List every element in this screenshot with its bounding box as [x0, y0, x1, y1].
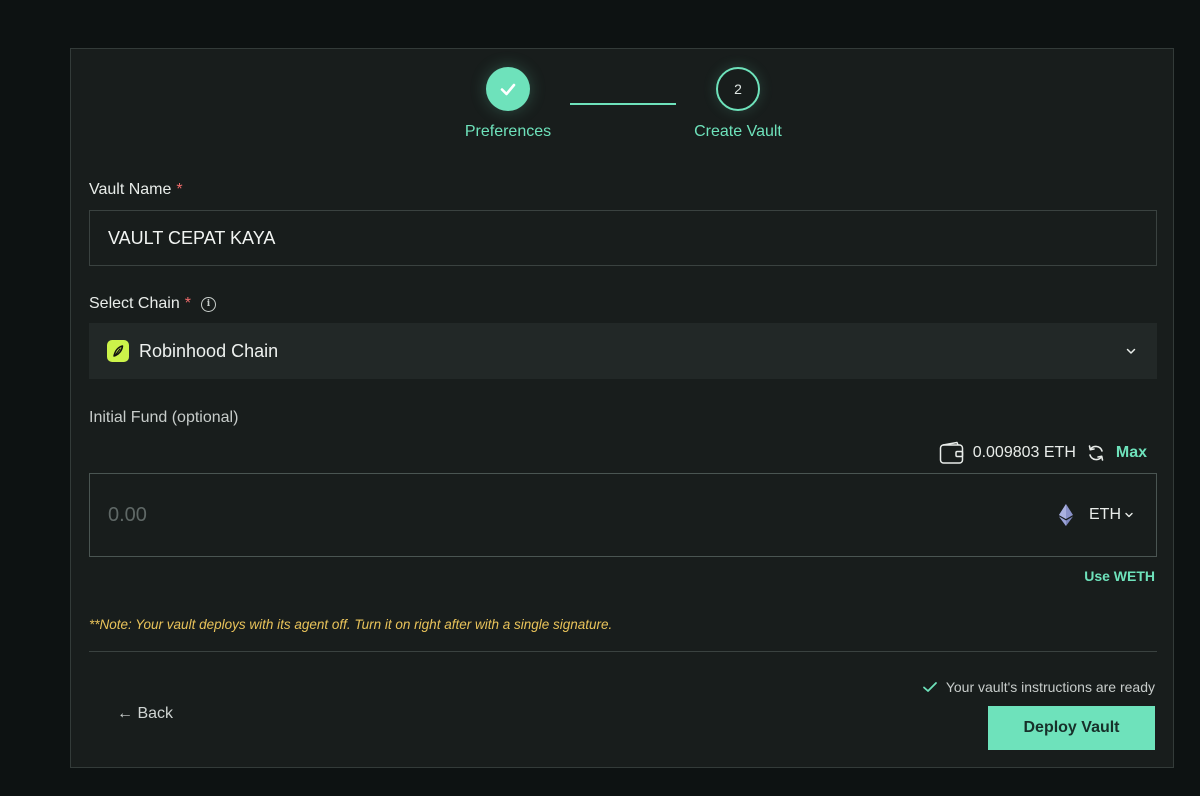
selected-chain: Robinhood Chain: [139, 340, 279, 361]
back-button[interactable]: ← Back: [117, 705, 173, 723]
vault-name-input[interactable]: VAULT CEPAT KAYA: [89, 210, 1157, 266]
info-icon[interactable]: i: [200, 296, 216, 312]
use-weth-link[interactable]: Use WETH: [1084, 568, 1155, 584]
token-select-dropdown[interactable]: ETH: [1059, 504, 1134, 526]
divider: [89, 651, 1157, 652]
select-chain-label-text: Select Chain: [89, 295, 180, 312]
step-label: Preferences: [464, 123, 552, 140]
check-icon: [500, 83, 516, 96]
fund-amount-placeholder: 0.00: [108, 503, 147, 526]
vault-name-value: VAULT CEPAT KAYA: [108, 227, 276, 248]
fund-amount-input[interactable]: 0.00 ETH: [89, 473, 1157, 557]
chain-select-dropdown[interactable]: Robinhood Chain: [89, 323, 1157, 379]
refresh-icon[interactable]: [1086, 443, 1106, 463]
deploy-note: **Note: Your vault deploys with its agen…: [89, 617, 613, 632]
initial-fund-label: Initial Fund (optional): [89, 409, 239, 426]
chevron-down-icon: [1125, 512, 1133, 518]
ready-status: Your vault's instructions are ready: [922, 679, 1155, 695]
step-done-circle: [486, 67, 530, 111]
max-button[interactable]: Max: [1116, 444, 1147, 462]
vault-name-label-text: Vault Name: [89, 181, 172, 198]
required-mark: *: [184, 295, 191, 312]
step-create-vault[interactable]: 2 Create Vault: [658, 67, 818, 141]
select-chain-label: Select Chain * i: [89, 295, 216, 313]
step-number: 2: [716, 67, 760, 111]
vault-name-label: Vault Name *: [89, 181, 183, 199]
required-mark: *: [176, 181, 183, 198]
ready-status-text: Your vault's instructions are ready: [945, 679, 1155, 695]
step-label: Create Vault: [694, 123, 782, 140]
create-vault-panel: Preferences 2 Create Vault Vault Name * …: [70, 48, 1174, 768]
robinhood-feather-icon: [107, 340, 129, 362]
chevron-down-icon: [1126, 348, 1136, 354]
deploy-vault-button[interactable]: Deploy Vault: [988, 706, 1155, 750]
check-icon: [922, 682, 937, 692]
ethereum-icon: [1059, 504, 1073, 526]
balance-value: 0.009803 ETH: [972, 444, 1076, 461]
wallet-icon: [939, 441, 963, 464]
token-symbol: ETH: [1089, 506, 1121, 523]
step-preferences[interactable]: Preferences: [428, 67, 588, 141]
wallet-balance: 0.009803 ETH Max: [939, 441, 1147, 465]
